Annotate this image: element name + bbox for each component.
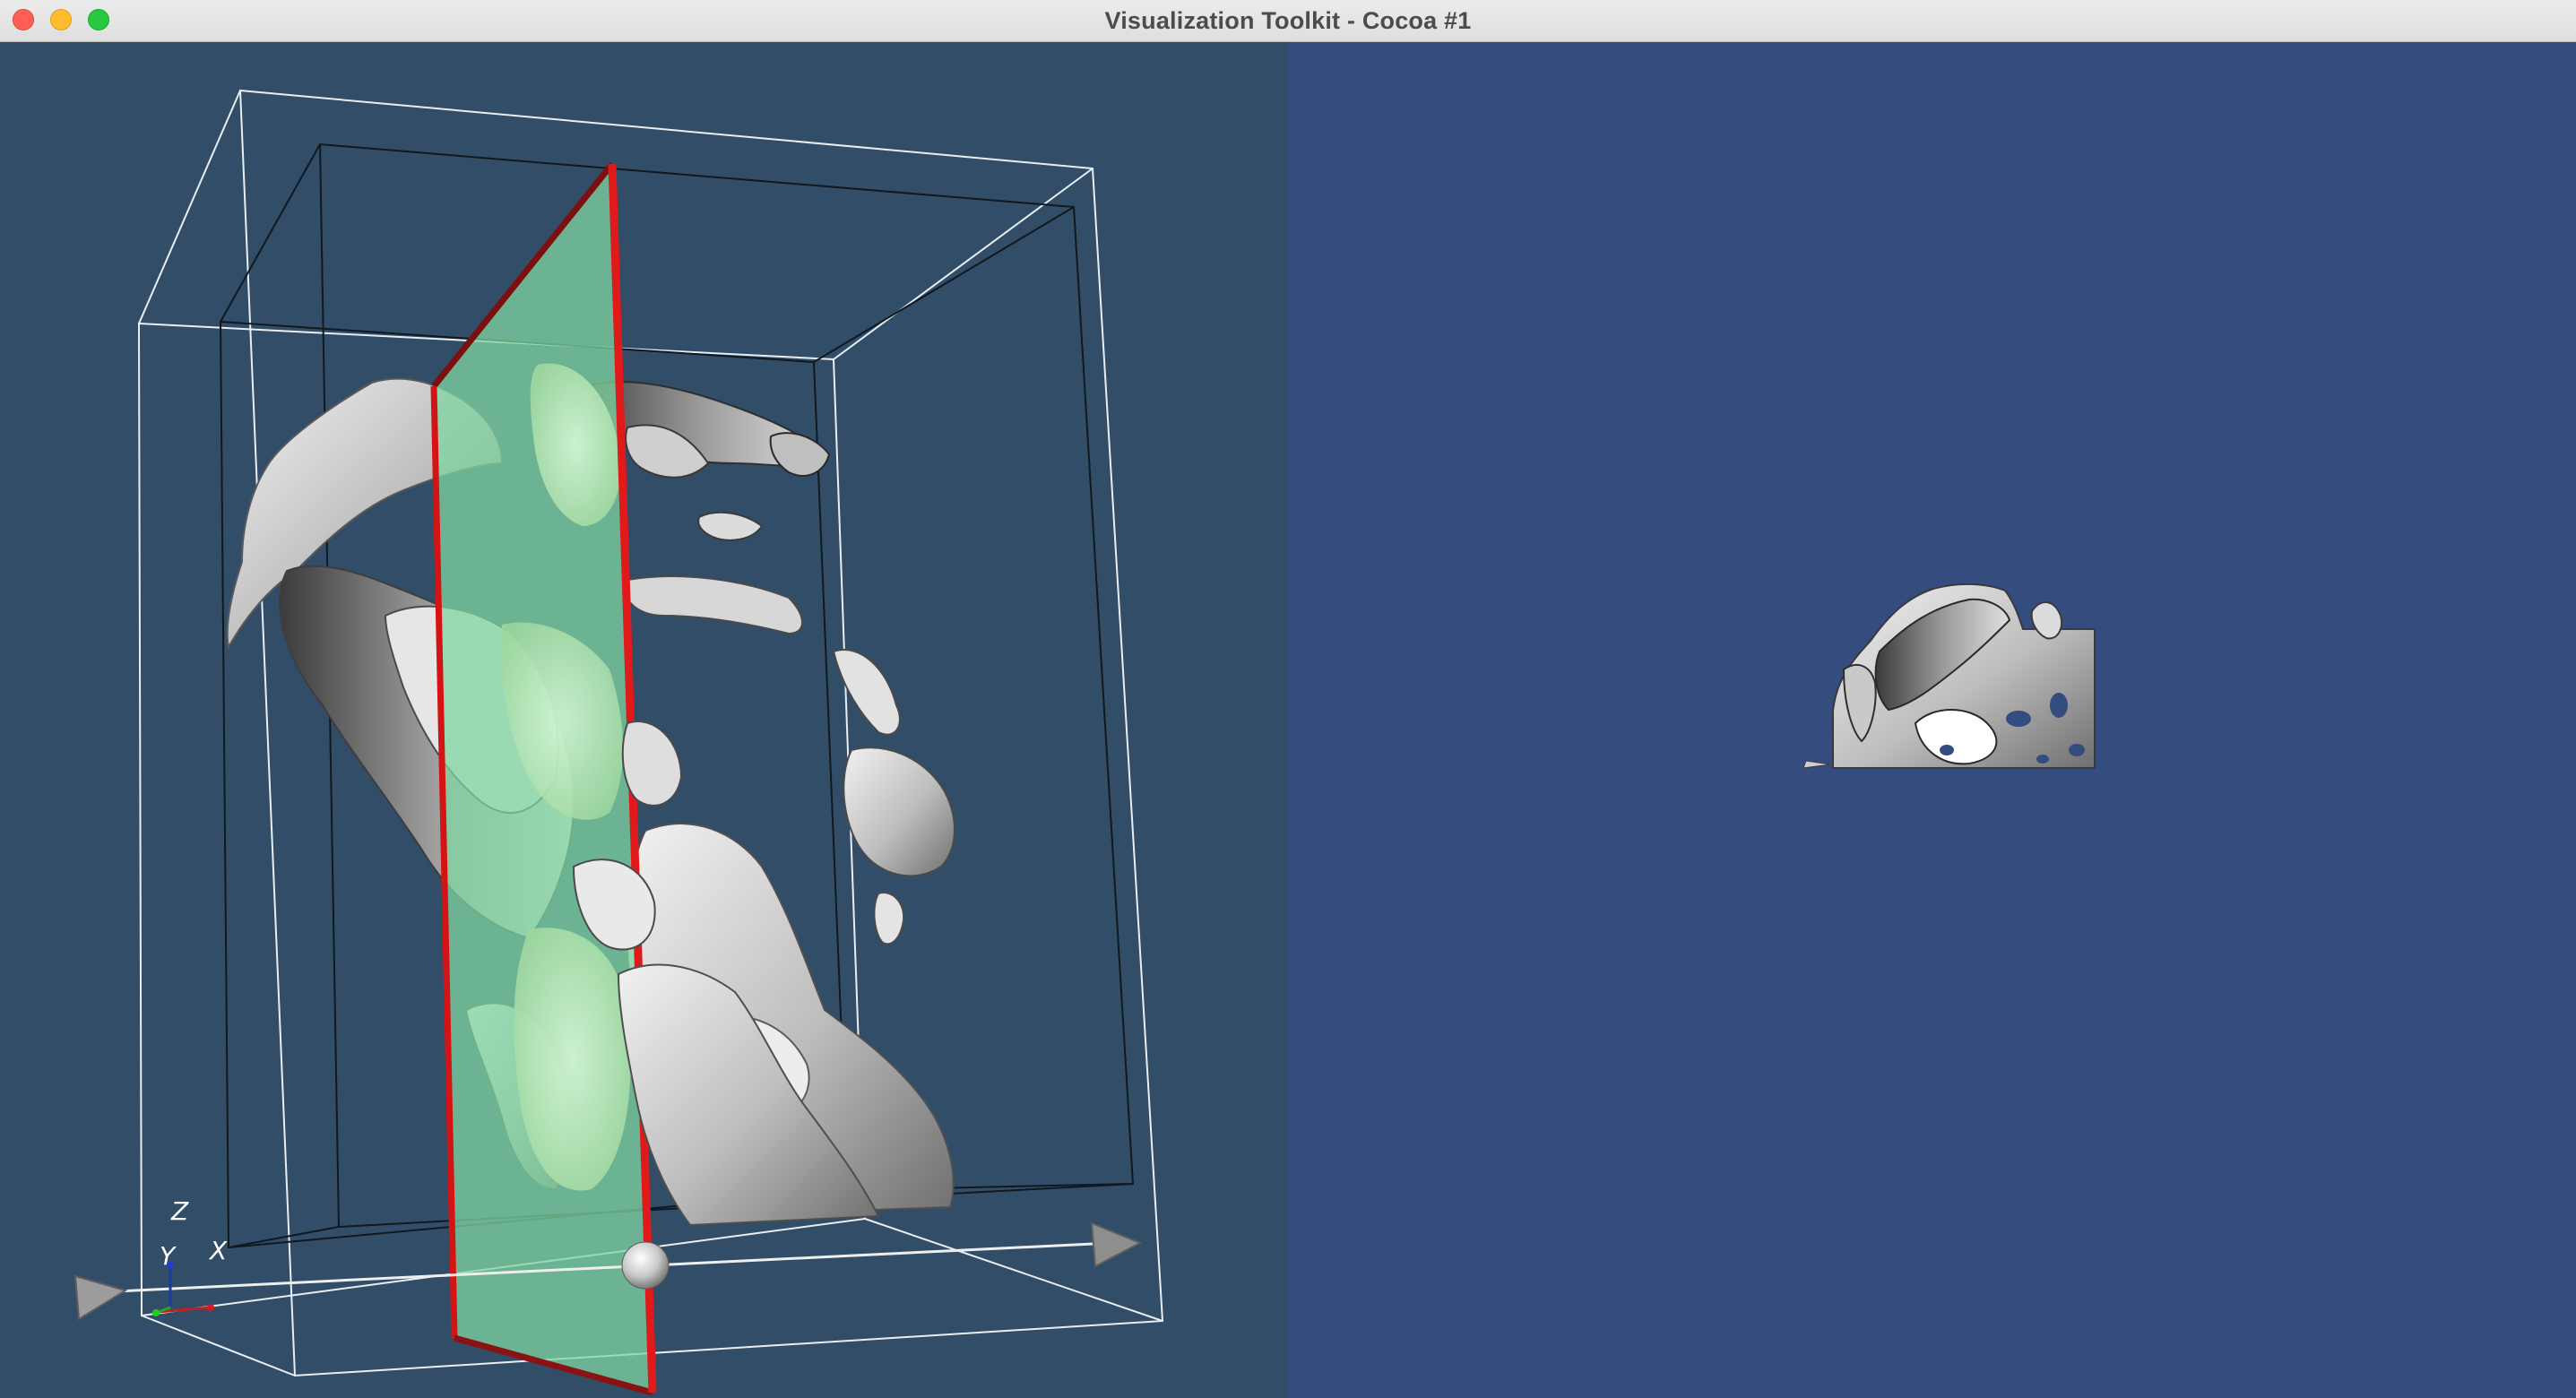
y-axis-label: Y — [160, 1241, 176, 1271]
scene-3d[interactable] — [0, 42, 1288, 1398]
minimize-icon[interactable] — [50, 9, 72, 30]
x-axis-label: X — [210, 1236, 228, 1265]
vtk-window: Visualization Toolkit - Cocoa #1 Z Y X — [0, 0, 2576, 1398]
window-title: Visualization Toolkit - Cocoa #1 — [1104, 6, 1472, 34]
clipped-surface — [1802, 582, 2096, 769]
window-controls — [13, 9, 109, 30]
z-axis-label: Z — [171, 1196, 189, 1226]
render-view-3d[interactable]: Z Y X — [0, 42, 1288, 1398]
maximize-icon[interactable] — [88, 9, 109, 30]
title-bar[interactable]: Visualization Toolkit - Cocoa #1 — [0, 0, 2576, 42]
implicit-plane-widget[interactable] — [430, 161, 657, 1396]
render-view-clipped[interactable] — [1288, 42, 2576, 1398]
clipped-scene[interactable] — [1288, 42, 2576, 1398]
close-icon[interactable] — [13, 9, 34, 30]
